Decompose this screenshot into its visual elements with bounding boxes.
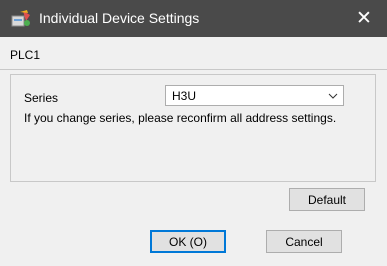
series-change-notice: If you change series, please reconfirm a… [24,111,337,125]
title-bar: Individual Device Settings ✕ [0,0,387,37]
series-value: H3U [172,89,197,103]
series-label: Series [24,91,59,105]
default-button[interactable]: Default [289,188,365,211]
series-dropdown[interactable]: H3U [165,85,344,106]
window-title: Individual Device Settings [39,10,200,26]
close-button[interactable]: ✕ [341,0,387,37]
tab-plc1[interactable]: PLC1 [10,48,40,62]
device-settings-icon [11,9,31,28]
close-icon: ✕ [356,8,372,29]
tab-strip: PLC1 [0,37,387,70]
chevron-down-icon [328,90,338,100]
ok-button[interactable]: OK (O) [150,230,226,253]
cancel-button[interactable]: Cancel [266,230,342,253]
